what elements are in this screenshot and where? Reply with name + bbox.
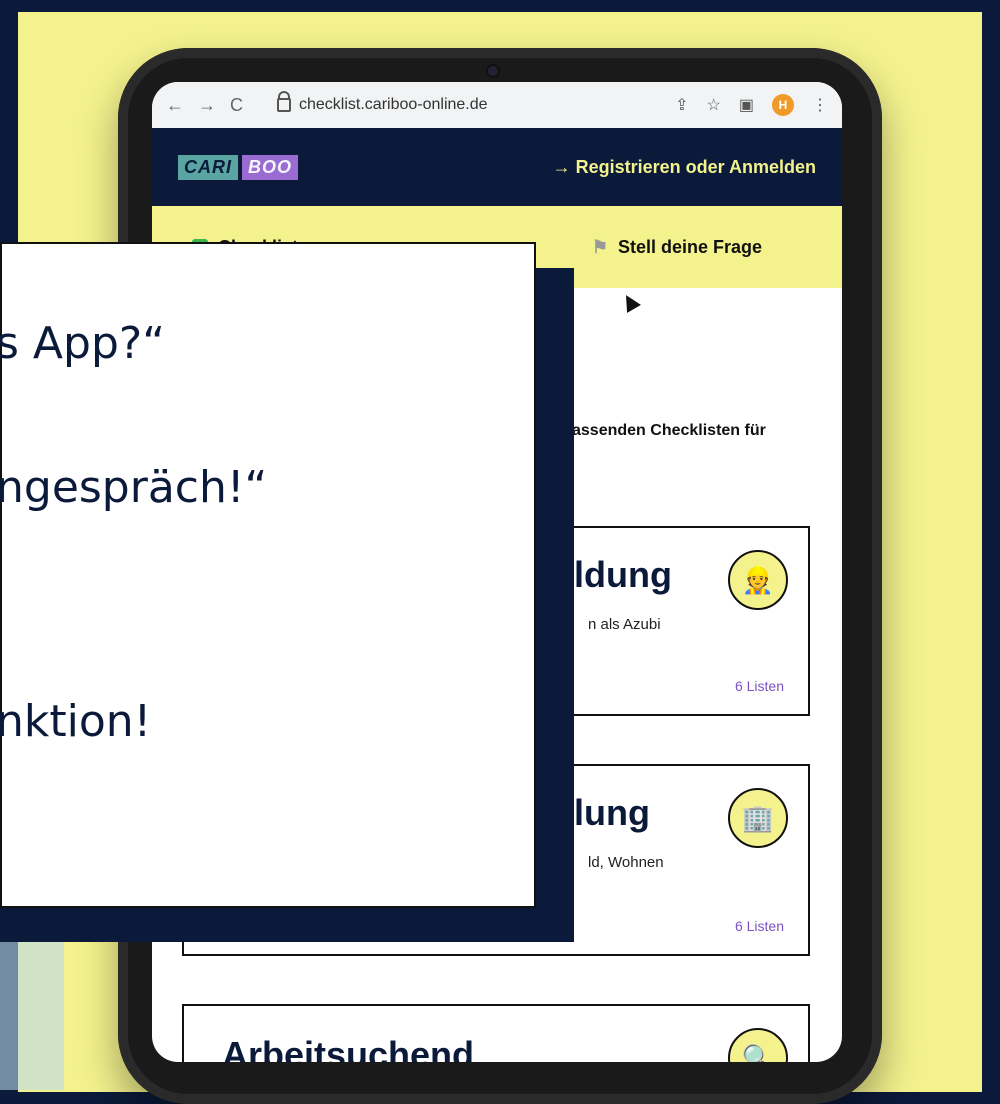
lock-icon (277, 91, 291, 112)
flag-icon: ⚑ (591, 236, 608, 257)
card-title: lung (574, 792, 650, 833)
logo-cari: CARI (178, 154, 238, 180)
browser-actions: ⇪ ☆ ▣ H ⋮ (675, 94, 828, 116)
star-icon[interactable]: ☆ (707, 95, 721, 115)
url-text: checklist.cariboo-online.de (299, 96, 488, 113)
background-paper (0, 940, 64, 1090)
site-header: CARI BOO → Registrieren oder Anmelden (152, 128, 842, 206)
overlay-line: nktion! (0, 696, 152, 747)
menu-dots-icon[interactable]: ⋮ (812, 95, 828, 115)
worker-icon: 👷 (728, 550, 788, 610)
mouse-cursor-icon (619, 291, 641, 313)
forward-arrow-icon[interactable]: → (198, 95, 216, 116)
building-icon: 🏢 (728, 788, 788, 848)
profile-avatar[interactable]: H (772, 94, 794, 116)
card-title: ldung (574, 554, 672, 595)
magnifier-icon: 🔍 (728, 1028, 788, 1062)
address-bar[interactable]: checklist.cariboo-online.de (267, 91, 498, 118)
sidepanel-icon[interactable]: ▣ (739, 95, 754, 115)
nav-label-ask: Stell deine Frage (617, 236, 762, 257)
camera-icon (488, 66, 498, 76)
share-icon[interactable]: ⇪ (675, 95, 688, 115)
card-count: 6 Listen (734, 918, 784, 934)
overlay-panel: s App?“ ngespräch!“ nktion! (0, 242, 536, 908)
card-title: Arbeitsuchend (222, 1034, 475, 1062)
browser-toolbar: ← → C checklist.cariboo-online.de ⇪ ☆ ▣ … (152, 82, 842, 128)
logo[interactable]: CARI BOO (178, 154, 299, 180)
card-description: n als Azubi (588, 616, 661, 633)
back-arrow-icon[interactable]: ← (166, 95, 184, 116)
checklist-card[interactable]: Arbeitsuchend 🔍 (182, 1004, 810, 1062)
card-count: 6 Listen (734, 678, 784, 694)
intro-text: assenden Checklisten für (572, 422, 766, 439)
overlay-line: ngespräch!“ (0, 462, 268, 513)
logo-boo: BOO (242, 154, 299, 180)
card-description: ld, Wohnen (588, 854, 664, 871)
overlay-line: s App?“ (0, 318, 166, 369)
register-login-link[interactable]: → Registrieren oder Anmelden (553, 157, 816, 178)
nav-item-ask-question[interactable]: ⚑ Stell deine Frage (592, 237, 762, 258)
reload-icon[interactable]: C (230, 95, 243, 116)
